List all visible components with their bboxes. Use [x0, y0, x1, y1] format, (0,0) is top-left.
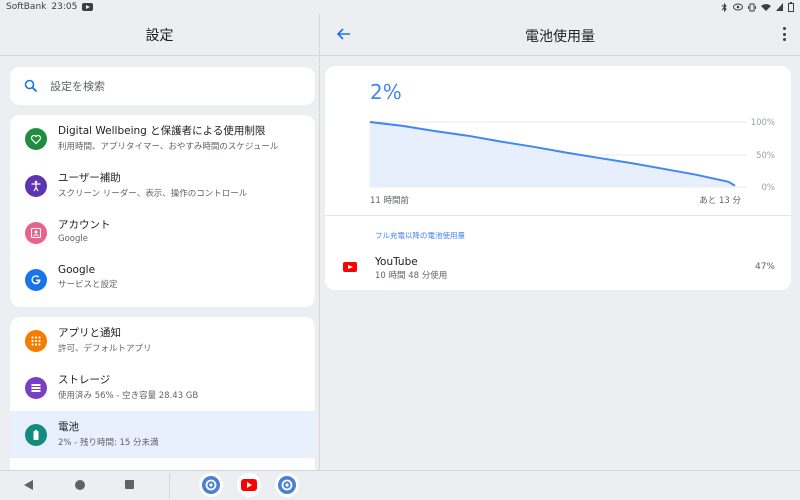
settings-item-digital-wellbeing[interactable]: Digital Wellbeing と保護者による使用制限 利用時間、アプリタイ… [10, 115, 315, 162]
battery-icon [25, 423, 47, 446]
youtube-app-icon[interactable] [237, 473, 261, 497]
bluetooth-icon [721, 2, 727, 12]
battery-usage-title: 電池使用量 [525, 29, 595, 45]
app-usage-time: 10 時間 48 分使用 [375, 271, 448, 281]
navigation-bar [0, 470, 800, 500]
item-subtitle: Google [58, 234, 88, 244]
settings-app-icon-2[interactable] [275, 473, 299, 497]
card-divider [325, 215, 791, 216]
youtube-icon [343, 262, 357, 272]
settings-item-battery[interactable]: 電池 2% - 残り時間: 15 分未満 [10, 411, 315, 458]
settings-search-bar[interactable]: 設定を検索 [10, 67, 315, 105]
y-tick-100: 100% [751, 118, 775, 128]
item-subtitle: スクリーン リーダー、表示、操作のコントロール [58, 189, 248, 199]
battery-status-icon [788, 2, 794, 12]
clock: 23:05 [51, 2, 78, 12]
item-title: ストレージ [58, 374, 111, 386]
settings-app-icon[interactable] [199, 473, 223, 497]
usage-section-label: フル充電以降の電池使用量 [375, 231, 465, 240]
item-subtitle: 利用時間、アプリタイマー、おやすみ時間のスケジュール [58, 142, 279, 152]
item-subtitle: サービスと設定 [58, 280, 118, 290]
app-usage-percent: 47% [754, 262, 775, 272]
eye-comfort-icon [733, 3, 743, 11]
settings-item-google[interactable]: Google サービスと設定 [10, 256, 315, 303]
battery-usage-card: 2% 100% 50% 0% 11 時間前 あと 13 分 フル充電以降の電池使… [325, 66, 791, 290]
settings-list-panel: 設定を検索 Digital Wellbeing と保護者による使用制限 利用時間… [0, 57, 320, 470]
settings-header: 設定 [0, 14, 320, 56]
signal-icon [776, 3, 783, 11]
item-title: ユーザー補助 [58, 172, 121, 184]
youtube-notification-icon [82, 3, 94, 11]
settings-item-apps[interactable]: アプリと通知 許可、デフォルトアプリ [10, 317, 315, 364]
wellbeing-icon [25, 127, 47, 150]
search-placeholder: 設定を検索 [50, 80, 105, 93]
x-tick-start: 11 時間前 [370, 196, 410, 206]
item-title: 電池 [58, 421, 79, 433]
vibrate-icon [748, 3, 756, 11]
y-tick-50: 50% [756, 151, 775, 161]
nav-back-icon[interactable] [24, 480, 33, 490]
wifi-icon [761, 4, 771, 11]
item-title: アカウント [58, 219, 111, 231]
more-options-icon[interactable] [782, 27, 786, 41]
carrier-label: SoftBank [6, 2, 47, 12]
settings-item-accessibility[interactable]: ユーザー補助 スクリーン リーダー、表示、操作のコントロール [10, 162, 315, 209]
item-subtitle: 使用済み 56% - 空き容量 28.43 GB [58, 391, 199, 401]
settings-item-storage[interactable]: ストレージ 使用済み 56% - 空き容量 28.43 GB [10, 364, 315, 411]
storage-icon [25, 376, 47, 399]
item-subtitle: 許可、デフォルトアプリ [58, 344, 152, 354]
x-tick-end: あと 13 分 [699, 196, 741, 206]
settings-card-2: アプリと通知 許可、デフォルトアプリ ストレージ 使用済み 56% - 空き容量… [10, 317, 315, 470]
google-icon [25, 268, 47, 291]
item-title: Digital Wellbeing と保護者による使用制限 [58, 125, 266, 137]
settings-card-1: Digital Wellbeing と保護者による使用制限 利用時間、アプリタイ… [10, 115, 315, 307]
accessibility-icon [25, 174, 47, 197]
status-bar: SoftBank 23:05 [0, 0, 800, 14]
apps-icon [25, 329, 47, 352]
y-tick-0: 0% [762, 183, 776, 193]
item-title: Google [58, 264, 96, 276]
dock-separator [169, 473, 170, 499]
item-subtitle: 2% - 残り時間: 15 分未満 [58, 438, 159, 448]
app-name: YouTube [375, 256, 418, 268]
nav-recents-icon[interactable] [125, 480, 134, 489]
nav-home-icon[interactable] [75, 480, 85, 490]
settings-title: 設定 [145, 27, 174, 44]
search-icon [24, 79, 38, 93]
account-icon [25, 221, 47, 244]
item-title: アプリと通知 [58, 327, 121, 339]
app-usage-row-youtube[interactable]: YouTube 10 時間 48 分使用 47% [325, 250, 791, 284]
settings-item-account[interactable]: アカウント Google [10, 209, 315, 256]
battery-usage-header: 電池使用量 [320, 14, 800, 56]
